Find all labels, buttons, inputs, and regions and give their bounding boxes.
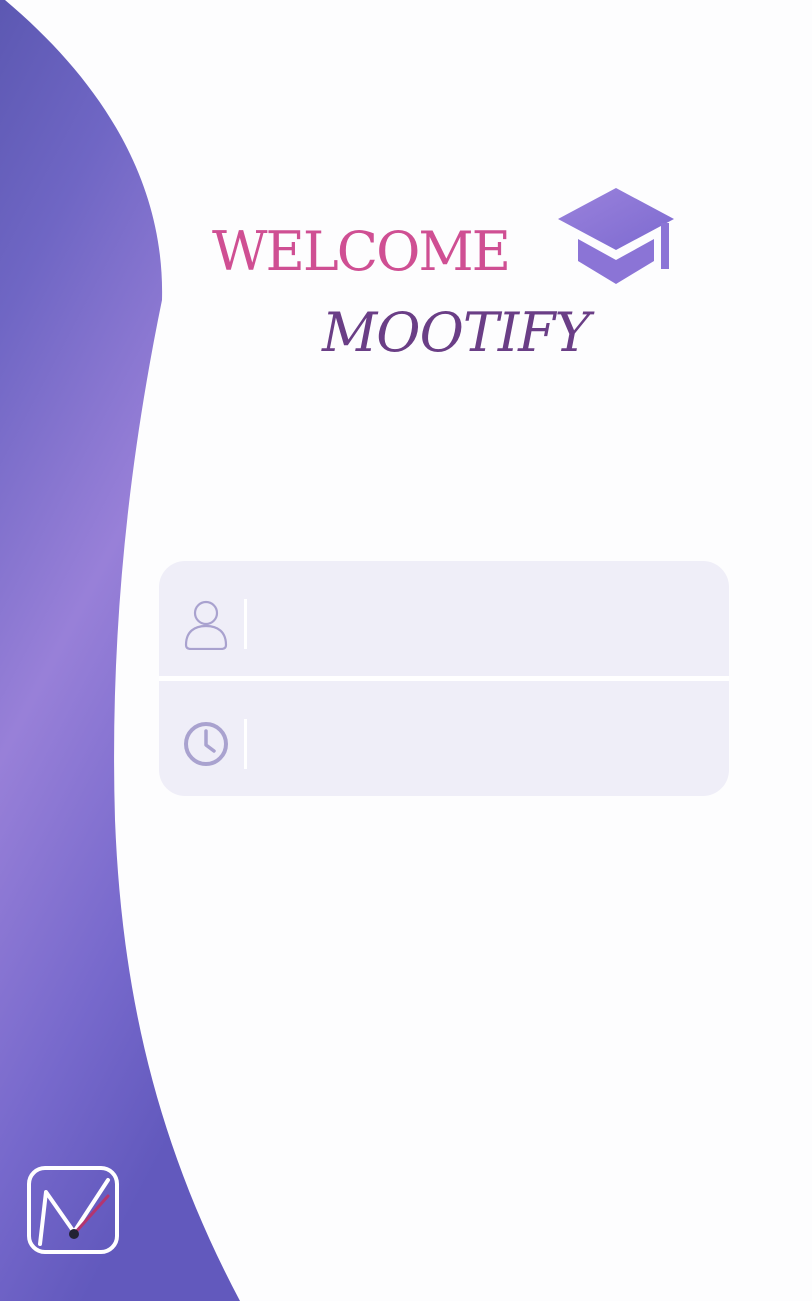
login-form-card xyxy=(159,561,729,796)
username-row[interactable] xyxy=(159,561,729,676)
graduation-cap-icon xyxy=(558,188,674,284)
password-row[interactable] xyxy=(159,681,729,796)
clock-icon xyxy=(184,722,228,766)
password-input[interactable] xyxy=(259,711,703,773)
user-icon xyxy=(184,600,228,650)
app-name: MOOTIFY xyxy=(322,301,590,364)
mootify-logo-icon xyxy=(27,1166,119,1254)
password-separator xyxy=(244,719,247,769)
username-input[interactable] xyxy=(259,591,703,653)
username-separator xyxy=(244,599,247,649)
welcome-heading: WELCOME xyxy=(212,220,511,283)
